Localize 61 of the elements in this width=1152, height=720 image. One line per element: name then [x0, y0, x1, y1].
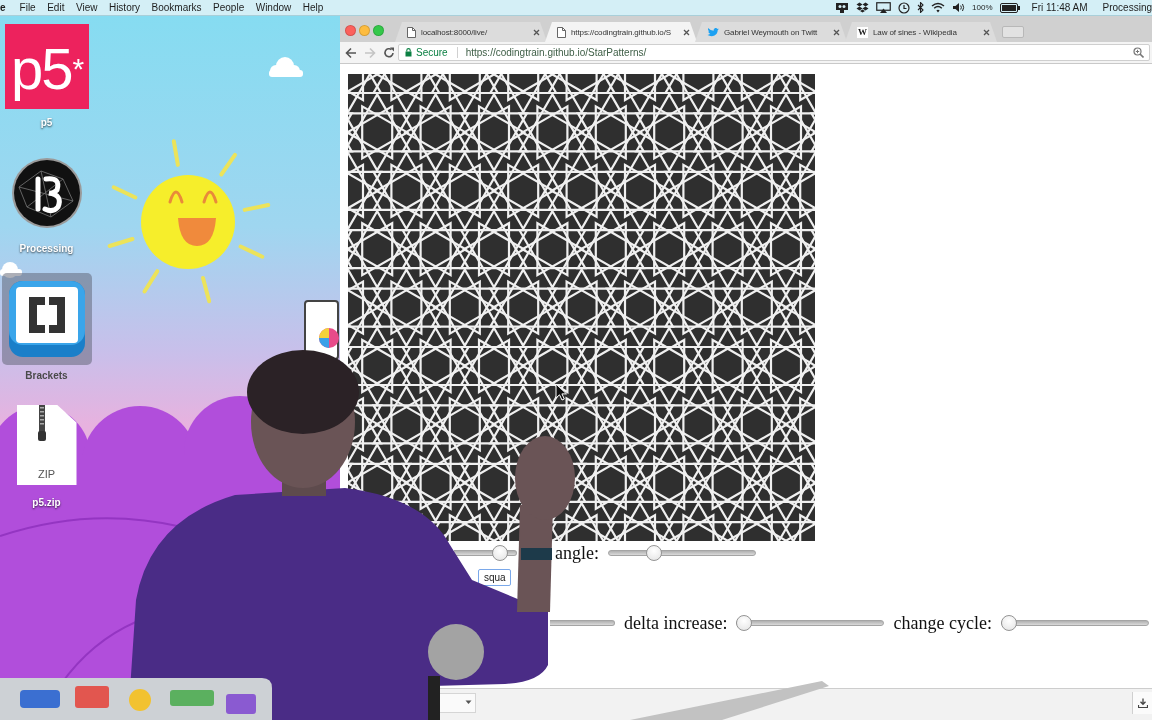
bird-icon: [707, 27, 719, 37]
menu-item[interactable]: History: [108, 2, 141, 13]
speaker-icon[interactable]: [952, 2, 966, 13]
zoom-icon[interactable]: [1133, 47, 1144, 58]
brackets-icon[interactable]: [6, 279, 87, 359]
slider[interactable]: [1000, 615, 1149, 631]
close-tab-icon[interactable]: [833, 28, 840, 36]
slider[interactable]: [608, 545, 756, 561]
mouse-pointer-icon: [555, 383, 567, 401]
menu-item[interactable]: View: [75, 2, 98, 13]
menu-item[interactable]: People: [213, 2, 245, 13]
clock-icon[interactable]: [898, 1, 911, 14]
slider-label: change cycle:: [893, 613, 992, 633]
browser-tab[interactable]: https://codingtrain.github.io/S: [545, 22, 697, 42]
caret-icon[interactable]: [465, 700, 472, 705]
menu-item[interactable]: Window: [255, 2, 292, 13]
page-icon: [407, 26, 416, 38]
download-button[interactable]: [1132, 691, 1152, 714]
menu-item[interactable]: File: [19, 2, 36, 13]
site-icon: W: [857, 26, 868, 38]
circle-logo-icon[interactable]: [10, 157, 83, 229]
cloud-drawing: [0, 262, 22, 278]
zip-file-icon[interactable]: ZIP: [16, 405, 77, 485]
close-tab-icon[interactable]: [533, 28, 540, 36]
reload-button[interactable]: [383, 46, 395, 59]
selection-highlight[interactable]: [1, 273, 92, 365]
slider-label: angle:: [555, 543, 599, 563]
close-tab-icon[interactable]: [983, 28, 990, 36]
url-text: https://codingtrain.github.io/StarPatterns/: [465, 47, 647, 58]
security-label[interactable]: Secure: [416, 47, 448, 58]
page-icon: [557, 26, 566, 38]
monitor-icon[interactable]: [835, 2, 850, 13]
download-icon[interactable]: [1137, 697, 1148, 708]
browser-tab[interactable]: W Law of sines - Wikipedia: [845, 22, 997, 42]
cloud-drawing: [269, 57, 303, 77]
menu-item[interactable]: Bookmarks: [151, 2, 202, 13]
lock-icon[interactable]: [405, 48, 412, 57]
close-tab-icon[interactable]: [683, 28, 690, 36]
app-menu[interactable]: e: [0, 2, 6, 13]
dropdown[interactable]: squa: [478, 569, 511, 586]
slider-label: delta increase:: [624, 613, 728, 633]
address-field[interactable]: Secure https://codingtrain.github.io/StarPatterns/: [398, 44, 1150, 61]
back-button[interactable]: [345, 46, 357, 59]
app-icon[interactable]: p5$^{*}$: [4, 24, 89, 109]
icon-label[interactable]: Brackets: [23, 370, 70, 382]
browser-tab[interactable]: Gabriel Weymouth on Twitt: [695, 22, 847, 42]
slider[interactable]: [736, 615, 885, 631]
bluetooth-icon[interactable]: [917, 2, 925, 13]
icon-label[interactable]: p5.zip: [30, 497, 63, 509]
battery-percent: 100%: [972, 3, 993, 12]
wifi-icon[interactable]: [931, 2, 946, 13]
sticker-drawing: [304, 300, 339, 360]
close-window-icon[interactable]: [345, 24, 356, 36]
browser-tab[interactable]: localhost:8000/live/: [395, 22, 547, 42]
menu-item[interactable]: Edit: [47, 2, 65, 13]
battery-icon[interactable]: [999, 2, 1020, 13]
slider[interactable]: [454, 545, 517, 561]
user-menu[interactable]: Processing: [1102, 2, 1152, 13]
diamond-icon[interactable]: [856, 2, 870, 13]
menu-item[interactable]: Help: [302, 2, 324, 13]
menu-bar-clock[interactable]: Fri 11:48 AM: [1031, 2, 1088, 13]
